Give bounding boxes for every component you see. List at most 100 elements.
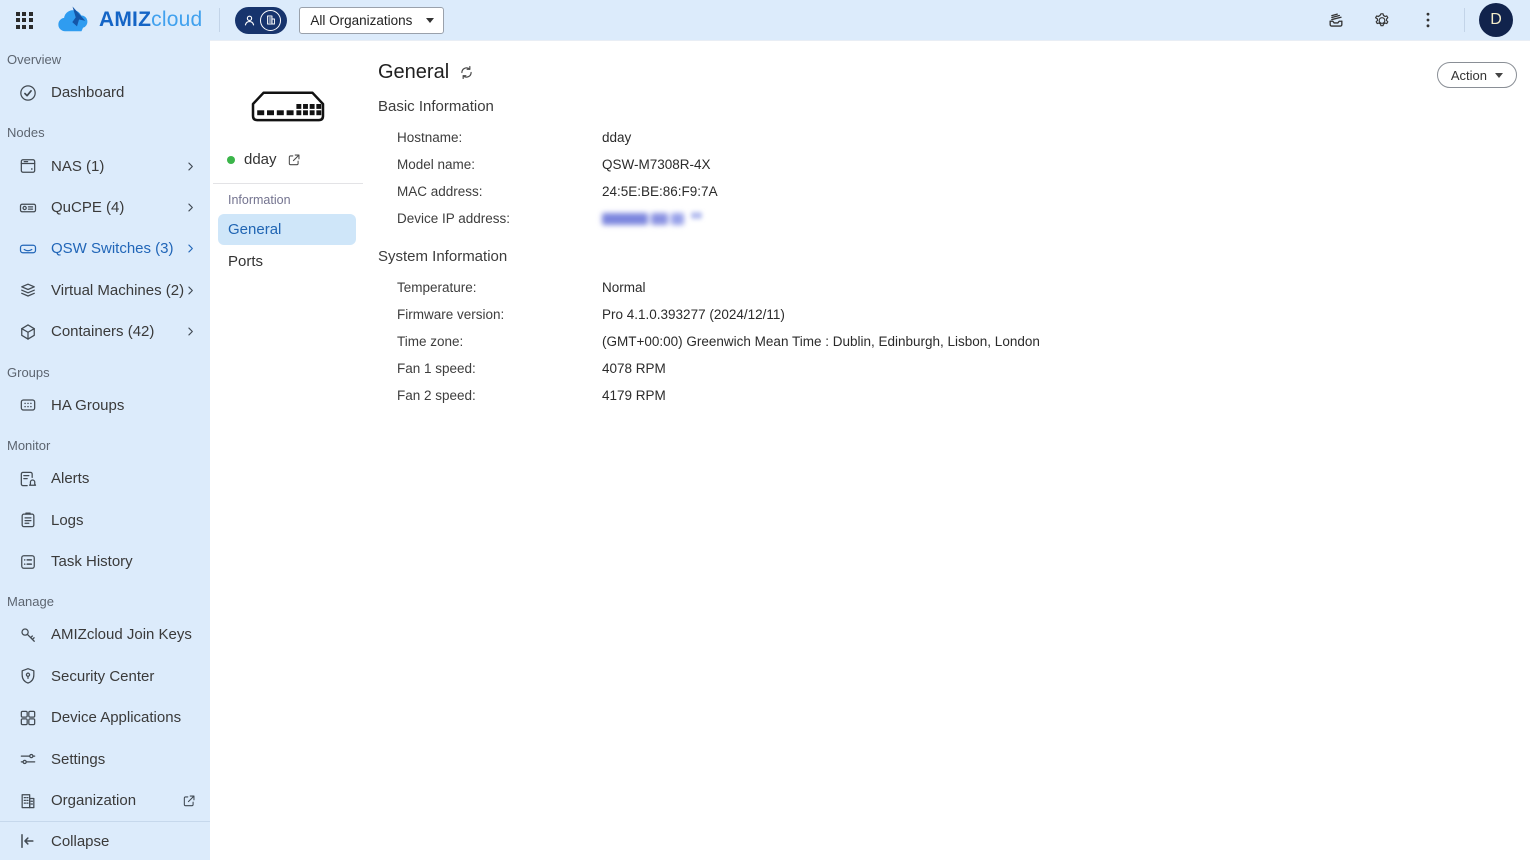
info-row-model-name: Model name: QSW-M7308R-4X — [397, 157, 711, 172]
sidebar-item-device-applications[interactable]: Device Applications — [0, 697, 210, 738]
device-nav-general[interactable]: General — [218, 213, 356, 245]
chevron-right-icon — [185, 326, 196, 337]
cloud-arrow-logo-icon — [58, 6, 88, 32]
open-device-external-link[interactable] — [287, 153, 301, 167]
apps-grid-icon — [15, 11, 33, 29]
organization-selector-value: All Organizations — [310, 12, 413, 28]
info-row-hostname: Hostname: dday — [397, 130, 632, 145]
device-ip-redacted-value — [602, 212, 702, 225]
sidebar-item-organization[interactable]: Organization — [0, 780, 210, 821]
switch-front-illustration — [246, 90, 330, 124]
logo-text: AMIZcloud — [99, 8, 203, 31]
info-row-fan2-speed: Fan 2 speed: 4179 RPM — [397, 388, 666, 403]
amizcloud-logo[interactable]: AMIZcloud — [55, 5, 202, 35]
sidebar-item-nas[interactable]: NAS (1) — [0, 145, 210, 186]
device-nav-label: Ports — [228, 253, 264, 271]
sidebar-item-alerts[interactable]: Alerts — [0, 458, 210, 499]
containers-icon — [17, 321, 38, 342]
sidebar-item-qucpe[interactable]: QuCPE (4) — [0, 187, 210, 228]
settings-button[interactable] — [1372, 9, 1392, 31]
app-launcher-button[interactable] — [13, 9, 35, 31]
sidebar-item-label: Device Applications — [51, 709, 182, 727]
organization-scope-badge — [260, 9, 282, 31]
join-keys-icon — [17, 624, 38, 645]
external-link-icon — [182, 794, 196, 808]
action-button[interactable]: Action — [1436, 62, 1517, 88]
ha-groups-icon — [17, 395, 38, 416]
activity-queue-button[interactable] — [1326, 9, 1346, 31]
refresh-button[interactable] — [458, 64, 475, 81]
info-row-device-ip: Device IP address: — [397, 205, 1530, 232]
sidebar-item-label: QSW Switches (3) — [51, 240, 174, 258]
basic-information-title: Basic Information — [378, 98, 494, 115]
switch-icon — [17, 238, 38, 259]
sidebar-item-label: Containers (42) — [51, 323, 155, 341]
virtual-machines-icon — [17, 280, 38, 301]
info-row-temperature: Temperature: Normal — [397, 280, 646, 295]
sidebar-section-monitor: Monitor — [7, 437, 51, 453]
device-nav-title: Information — [228, 192, 291, 207]
sidebar-item-virtual-machines[interactable]: Virtual Machines (2) — [0, 270, 210, 311]
chevron-right-icon — [185, 202, 196, 213]
sidebar-item-ha-groups[interactable]: HA Groups — [0, 385, 210, 426]
device-row: dday — [210, 150, 366, 170]
device-panel: dday Information General Ports — [210, 40, 366, 860]
info-row-fan1-speed: Fan 1 speed: 4078 RPM — [397, 361, 666, 376]
logs-icon — [17, 510, 38, 531]
chevron-right-icon — [185, 285, 196, 296]
sidebar-section-overview: Overview — [7, 52, 62, 67]
caret-down-icon — [426, 17, 435, 23]
organization-icon — [266, 15, 275, 25]
online-status-dot — [227, 155, 235, 164]
sidebar-item-settings[interactable]: Settings — [0, 738, 210, 779]
info-row-mac-address: MAC address: 24:5E:BE:86:F9:7A — [397, 184, 718, 199]
info-row-time-zone: Time zone: (GMT+00:00) Greenwich Mean Ti… — [397, 334, 1040, 349]
topbar-underline — [210, 40, 1530, 41]
sidebar-item-label: Settings — [51, 750, 106, 768]
action-button-label: Action — [1450, 67, 1487, 83]
page-title: General — [378, 61, 450, 83]
sidebar-item-label: Alerts — [51, 470, 90, 488]
person-icon — [245, 15, 255, 25]
device-name: dday — [244, 151, 277, 169]
device-nav-label: General — [228, 220, 282, 238]
sidebar-item-label: QuCPE (4) — [51, 199, 125, 217]
sidebar-item-label: Logs — [51, 511, 84, 529]
collapse-label: Collapse — [51, 832, 110, 850]
sidebar-item-containers[interactable]: Containers (42) — [0, 311, 210, 352]
sidebar-collapse-button[interactable]: Collapse — [0, 821, 210, 860]
sidebar-item-label: Organization — [51, 792, 137, 810]
device-nav-ports[interactable]: Ports — [218, 248, 356, 276]
sidebar-navigation: Overview Dashboard Nodes NAS (1) QuCPE (… — [0, 40, 210, 860]
organization-selector[interactable]: All Organizations — [299, 6, 445, 34]
system-information-rows: Temperature: Normal Firmware version: Pr… — [378, 274, 1530, 409]
main-panel: General Action Basic Information Hostnam… — [366, 40, 1530, 860]
sidebar-item-label: Dashboard — [51, 84, 125, 102]
settings-sliders-icon — [17, 749, 38, 770]
chevron-right-icon — [185, 243, 196, 254]
chevron-right-icon — [185, 161, 196, 172]
sidebar-item-security-center[interactable]: Security Center — [0, 656, 210, 697]
sidebar-item-task-history[interactable]: Task History — [0, 541, 210, 582]
dashboard-icon — [17, 82, 38, 103]
sidebar-item-label: Task History — [51, 553, 133, 570]
sidebar-item-label: Security Center — [51, 667, 155, 685]
sidebar-item-label: AMIZcloud Join Keys — [51, 626, 192, 644]
sidebar-section-nodes: Nodes — [7, 125, 45, 141]
organization-building-icon — [17, 790, 38, 811]
sidebar-item-logs[interactable]: Logs — [0, 499, 210, 540]
collapse-icon — [17, 831, 38, 852]
sidebar-item-dashboard[interactable]: Dashboard — [0, 72, 210, 113]
org-scope-toggle[interactable] — [235, 6, 288, 34]
caret-down-icon — [1495, 72, 1503, 78]
sidebar-item-label: NAS (1) — [51, 157, 105, 175]
topbar-divider — [219, 8, 220, 32]
topbar-separator — [1464, 8, 1465, 32]
alerts-icon — [17, 468, 38, 489]
user-avatar[interactable]: D — [1479, 3, 1513, 37]
sidebar-item-label: Virtual Machines (2) — [51, 281, 185, 299]
more-menu-button[interactable] — [1418, 9, 1438, 31]
sidebar-item-qsw-switches[interactable]: QSW Switches (3) — [0, 228, 210, 269]
sidebar-item-join-keys[interactable]: AMIZcloud Join Keys — [0, 614, 210, 655]
security-center-icon — [17, 666, 38, 687]
